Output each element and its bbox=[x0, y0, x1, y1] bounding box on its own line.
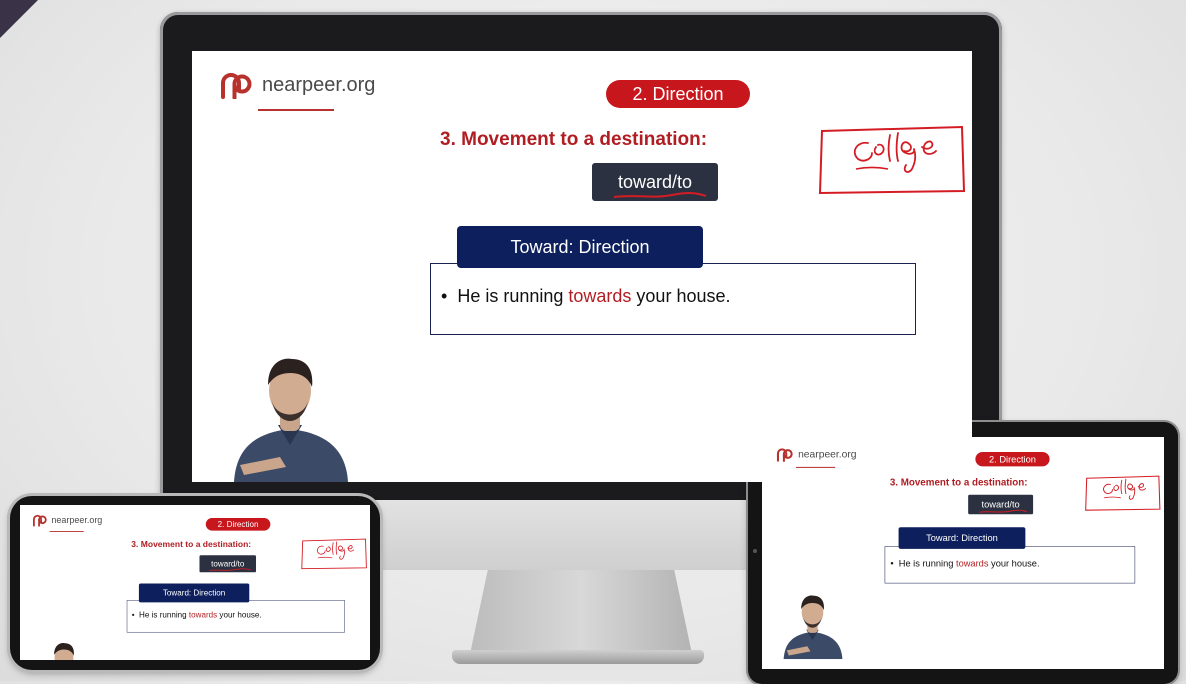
brand-logo[interactable]: nearpeer.org bbox=[33, 514, 103, 527]
monitor-stand-base bbox=[452, 650, 704, 664]
logo-text: nearpeer.org bbox=[51, 515, 103, 525]
logo-text: nearpeer.org bbox=[262, 73, 376, 96]
section-pill: 2. Direction bbox=[975, 451, 1050, 467]
logo-underline bbox=[796, 466, 836, 468]
handwritten-underline-icon bbox=[979, 509, 1028, 513]
example-bullet: • He is running towards your house. bbox=[441, 286, 730, 307]
bullet-text-before: He is running bbox=[457, 286, 569, 306]
monitor-stand-neck bbox=[470, 570, 692, 654]
presenter-video bbox=[783, 595, 843, 660]
slide-heading: 3. Movement to a destination: bbox=[440, 129, 708, 150]
example-bullet: • He is running towards your house. bbox=[890, 558, 1039, 569]
example-box: • He is running towards your house. bbox=[126, 600, 345, 633]
phone-screen: nearpeer.org 2. Direction 3. Movement to… bbox=[20, 505, 370, 660]
tablet-camera-icon bbox=[753, 549, 757, 553]
brand-logo[interactable]: nearpeer.org bbox=[776, 447, 857, 462]
bullet-highlight: towards bbox=[568, 286, 632, 306]
handwritten-underline-icon bbox=[613, 192, 707, 198]
handwritten-underline-icon bbox=[209, 568, 251, 571]
lesson-slide: nearpeer.org 2. Direction 3. Movement to… bbox=[762, 437, 1164, 660]
bullet-highlight: towards bbox=[188, 610, 218, 620]
lesson-slide: nearpeer.org 2. Direction 3. Movement to… bbox=[20, 505, 370, 660]
tablet-screen: nearpeer.org 2. Direction 3. Movement to… bbox=[762, 437, 1164, 669]
handwritten-note-drawing bbox=[818, 125, 966, 195]
example-box: • He is running towards your house. bbox=[884, 546, 1136, 584]
monitor-screen: nearpeer.org 2. Direction 3. Movement to… bbox=[192, 51, 972, 482]
bullet-text-before: He is running bbox=[139, 610, 189, 620]
bullet-text-after: your house. bbox=[988, 558, 1040, 569]
slide-heading: 3. Movement to a destination: bbox=[889, 477, 1028, 489]
bullet-text-before: He is running bbox=[898, 558, 956, 569]
example-bullet: • He is running towards your house. bbox=[132, 610, 262, 619]
presenter-video bbox=[234, 358, 348, 482]
bullet-highlight: towards bbox=[955, 558, 989, 569]
nearpeer-logo-icon bbox=[776, 448, 793, 462]
bullet-marker: • bbox=[441, 286, 448, 306]
example-tab-title: Toward: Direction bbox=[138, 583, 250, 603]
example-box: • He is running towards your house. bbox=[430, 263, 916, 335]
presenter-video bbox=[54, 643, 74, 660]
brand-logo[interactable]: nearpeer.org bbox=[220, 71, 375, 99]
nearpeer-logo-icon bbox=[33, 514, 47, 527]
corner-decoration bbox=[0, 0, 38, 38]
section-pill: 2. Direction bbox=[205, 518, 271, 531]
nearpeer-logo-icon bbox=[221, 73, 252, 99]
example-tab-title: Toward: Direction bbox=[457, 226, 703, 268]
bullet-marker: • bbox=[890, 558, 894, 569]
bullet-text-after: your house. bbox=[631, 286, 731, 306]
handwritten-note-drawing bbox=[1085, 475, 1161, 511]
bullet-marker: • bbox=[131, 610, 135, 620]
logo-underline bbox=[258, 109, 334, 111]
example-tab-title: Toward: Direction bbox=[898, 527, 1026, 549]
handwritten-note-drawing bbox=[301, 538, 367, 570]
logo-text: nearpeer.org bbox=[798, 448, 857, 460]
section-pill: 2. Direction bbox=[606, 80, 750, 108]
slide-heading: 3. Movement to a destination: bbox=[131, 539, 252, 550]
lesson-slide: nearpeer.org 2. Direction 3. Movement to… bbox=[192, 51, 972, 482]
logo-underline bbox=[49, 531, 84, 532]
bullet-text-after: your house. bbox=[217, 610, 262, 620]
